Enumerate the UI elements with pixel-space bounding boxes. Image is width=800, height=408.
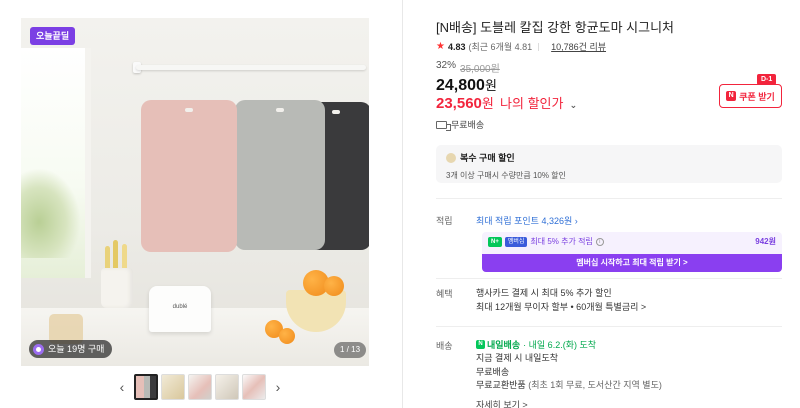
delivery-line-3: 무료교환반품 (최초 1회 무료, 도서산간 지역 별도) xyxy=(476,379,662,393)
divider xyxy=(436,326,782,327)
membership-cta-button[interactable]: 멤버십 시작하고 최대 적립 받기 > xyxy=(482,254,782,272)
thumbnail-strip: ‹ › xyxy=(113,374,287,400)
delivery-label: 배송 xyxy=(436,341,453,351)
original-price: 35,000원 xyxy=(460,64,500,75)
chevron-down-icon[interactable]: ⌄ xyxy=(570,100,578,110)
thumbnail-1[interactable] xyxy=(134,374,158,400)
product-title: [N배송] 도블레 칼집 강한 항균도마 시그니처 xyxy=(436,20,674,35)
thumbnail-4[interactable] xyxy=(215,374,239,400)
delivery-head: N 내일배송 · 내일 6.2.(화) 도착 xyxy=(476,338,596,351)
shipping-row: 무료배송 xyxy=(436,118,484,131)
sale-price-unit: 원 xyxy=(484,78,497,93)
board-stand: dublé xyxy=(149,286,211,332)
product-info: [N배송] 도블레 칼집 강한 항균도마 시그니처 ★ 4.83 (최근 6개월… xyxy=(436,0,786,408)
my-price-label: 나의 할인가 xyxy=(500,96,564,111)
column-divider xyxy=(402,0,403,408)
thumbnail-5[interactable] xyxy=(242,374,266,400)
benefit-card: 행사카드 결제 시 최대 5% 추가 할인 xyxy=(476,288,612,298)
buying-now-text: 오늘 19명 구매 xyxy=(48,344,105,354)
membership-line: N+ 멤버십 최대 5% 추가 적립 i xyxy=(488,236,604,247)
membership-amount: 942원 xyxy=(755,237,776,246)
buying-now-pill: 오늘 19명 구매 xyxy=(29,340,113,358)
coupon-button-label: 쿠폰 받기 xyxy=(739,91,775,102)
naver-plus-badge: N+ xyxy=(488,236,502,247)
rating-row: ★ 4.83 (최근 6개월 4.81 10,786건 리뷰 xyxy=(436,40,606,53)
naver-n-icon: N xyxy=(476,340,485,349)
benefit-installment-link[interactable]: 최대 12개월 무이자 할부 • 60개월 특별금리 > xyxy=(476,300,646,314)
recent-rating: (최근 6개월 4.81 xyxy=(468,42,533,52)
sale-price: 24,800원 xyxy=(436,75,497,95)
free-return-note: (최초 1회 무료, 도서산간 지역 별도) xyxy=(528,380,662,390)
delivery-line-2: 무료배송 xyxy=(476,366,510,377)
my-price-number: 23,560 xyxy=(436,95,482,112)
board-gray xyxy=(235,100,325,250)
review-count-link[interactable]: 10,786건 리뷰 xyxy=(551,40,606,53)
product-logo: dublé xyxy=(172,304,188,310)
hanging-rail xyxy=(136,65,366,70)
next-day-delivery-logo: N 내일배송 xyxy=(476,338,520,351)
truck-icon xyxy=(436,120,451,131)
multi-purchase-box: 복수 구매 할인 3개 이상 구매시 수량만큼 10% 할인 xyxy=(436,145,782,183)
image-counter: 1 / 13 xyxy=(334,342,367,358)
board-pink xyxy=(141,100,237,252)
delivery-line-1: 지금 결제 시 내일도착 xyxy=(476,353,559,363)
rating-value: 4.83 xyxy=(447,41,466,52)
chevron-left-icon[interactable]: ‹ xyxy=(113,374,131,400)
utensil-jar xyxy=(101,268,133,308)
my-discount-price[interactable]: 23,560원 나의 할인가 ⌄ xyxy=(436,93,577,112)
membership-badge: 멤버십 xyxy=(504,236,528,247)
thumbnail-2[interactable] xyxy=(161,374,185,400)
max-points-text: 최대 적립 포인트 4,326원 xyxy=(476,216,573,226)
membership-text: 최대 5% 추가 적립 xyxy=(530,237,593,246)
membership-box: N+ 멤버십 최대 5% 추가 적립 i 942원 멤버십 시작하고 최대 적립… xyxy=(482,232,782,272)
thumbnail-3[interactable] xyxy=(188,374,212,400)
chevron-right-icon[interactable]: › xyxy=(269,374,287,400)
next-day-brand: 내일배송 xyxy=(487,340,521,350)
max-points-link[interactable]: 최대 적립 포인트 4,326원 › xyxy=(476,214,578,227)
delivery-more-link[interactable]: 자세히 보기 > xyxy=(476,398,528,408)
multi-purchase-title: 복수 구매 할인 xyxy=(460,153,515,163)
sale-price-number: 24,800 xyxy=(436,77,485,94)
delivery-eta: · 내일 6.2.(화) 도착 xyxy=(523,340,597,350)
plant-decor xyxy=(21,168,81,258)
multi-purchase-desc: 3개 이상 구매시 수량만큼 10% 할인 xyxy=(446,171,566,180)
shipping-text: 무료배송 xyxy=(451,120,485,130)
discount-rate: 32% xyxy=(436,60,457,71)
product-main-image[interactable]: dublé xyxy=(21,18,369,366)
bag-icon xyxy=(33,343,44,355)
info-icon[interactable]: i xyxy=(595,237,604,246)
free-return-text: 무료교환반품 xyxy=(476,380,526,390)
star-icon: ★ xyxy=(436,41,445,52)
orange xyxy=(324,276,344,296)
original-price-row: 32% 35,000원 xyxy=(436,60,500,75)
percent-icon xyxy=(446,152,456,163)
my-price-unit: 원 xyxy=(481,96,494,111)
product-gallery: dublé 오늘끝딜 오늘 19명 구매 1 / 13 ‹ › xyxy=(0,0,402,408)
orange-slice xyxy=(279,328,295,344)
divider xyxy=(436,198,782,199)
naver-n-icon: N xyxy=(726,91,737,101)
multi-purchase-title-row: 복수 구매 할인 xyxy=(446,151,772,164)
divider xyxy=(436,278,782,279)
delivery-lines: 지금 결제 시 내일도착 무료배송 무료교환반품 (최초 1회 무료, 도서산간… xyxy=(476,352,662,393)
benefits-label: 혜택 xyxy=(436,289,453,299)
points-label: 적립 xyxy=(436,216,453,226)
coupon-button[interactable]: N 쿠폰 받기 xyxy=(719,84,782,108)
separator xyxy=(538,42,540,51)
today-deal-badge: 오늘끝딜 xyxy=(30,27,76,45)
benefit-lines: 행사카드 결제 시 최대 5% 추가 할인 최대 12개월 무이자 할부 • 6… xyxy=(476,286,646,314)
